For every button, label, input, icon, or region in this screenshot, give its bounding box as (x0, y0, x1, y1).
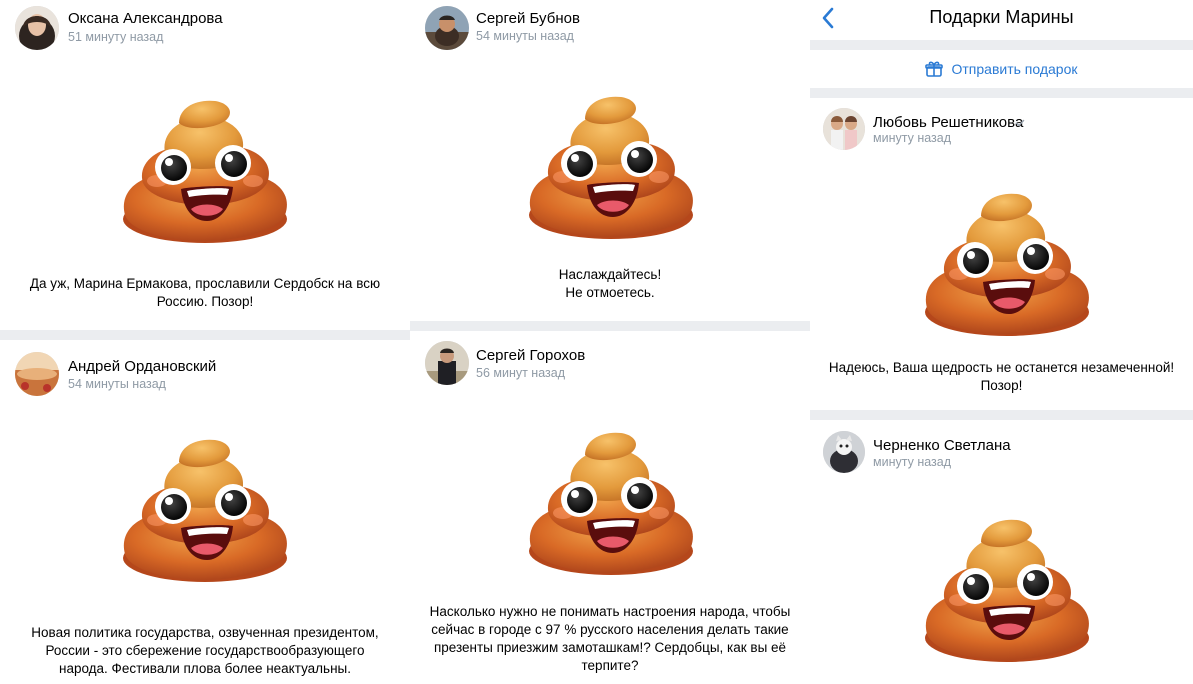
verified-check-icon (1015, 119, 1025, 127)
avatar[interactable] (15, 352, 59, 396)
caption-line: сейчас в городе с 97 % русского населени… (431, 622, 789, 637)
author-name[interactable]: Любовь Решетникова (873, 114, 1023, 131)
post-time: 56 минут назад (476, 366, 565, 380)
nav-header: Подарки Марины (810, 0, 1193, 40)
poop-emoji-icon (117, 436, 293, 584)
author-name[interactable]: Черненко Светлана (873, 437, 1011, 454)
caption-line: Насколько нужно не понимать настроения н… (429, 604, 791, 619)
send-gift-label: Отправить подарок (951, 61, 1078, 77)
separator (810, 410, 1193, 420)
post-card: Сергей Бубнов 54 минуты назад Наслаждайт… (410, 0, 810, 321)
feed-column-1: Оксана Александрова 51 минуту назад Да у… (0, 0, 410, 684)
post-caption: Наслаждайтесь! Не отмоетесь. (410, 266, 810, 302)
caption-line: Россию. Позор! (156, 294, 254, 309)
post-time: минуту назад (873, 131, 952, 145)
poop-emoji-icon (523, 93, 699, 241)
post-time: минуту назад (873, 455, 952, 469)
poop-emoji-icon (117, 97, 293, 245)
caption-line: Наслаждайтесь! (558, 267, 662, 282)
author-name[interactable]: Сергей Горохов (476, 347, 585, 364)
post-caption: Новая политика государства, озвученная п… (0, 624, 410, 678)
author-name[interactable]: Сергей Бубнов (476, 10, 580, 27)
page-title: Подарки Марины (929, 7, 1074, 27)
gift-icon (925, 61, 944, 77)
caption-line: Новая политика государства, озвученная п… (31, 625, 379, 640)
caption-line: Да уж, Марина Ермакова, прославили Сердо… (29, 276, 381, 291)
gift-card: Черненко Светлана минуту назад (810, 420, 1193, 684)
separator (0, 330, 410, 340)
gift-card: Любовь Решетникова минуту назад Надеюсь,… (810, 98, 1193, 410)
avatar[interactable] (425, 341, 469, 385)
avatar[interactable] (823, 431, 865, 473)
caption-line: терпите? (581, 658, 639, 673)
post-caption: Насколько нужно не понимать настроения н… (410, 603, 810, 675)
send-gift-button[interactable]: Отправить подарок (810, 50, 1193, 88)
author-name[interactable]: Оксана Александрова (68, 10, 223, 27)
avatar[interactable] (15, 6, 59, 50)
post-card: Сергей Горохов 56 минут назад Насколько … (410, 331, 810, 684)
post-time: 54 минуты назад (68, 377, 166, 391)
post-caption: Да уж, Марина Ермакова, прославили Сердо… (0, 275, 410, 311)
separator (410, 321, 810, 331)
author-name[interactable]: Андрей Ордановский (68, 358, 216, 375)
post-time: 54 минуты назад (476, 29, 574, 43)
caption-line: России - это сбережение государствообраз… (45, 643, 365, 658)
separator (810, 88, 1193, 98)
post-time: 51 минуту назад (68, 30, 164, 44)
poop-emoji-icon (919, 190, 1095, 338)
caption-line: презенты приезжим замоташкам!? Сердобцы,… (433, 640, 787, 655)
caption-line: народа. Фестивали плова более неактуальн… (58, 661, 352, 676)
avatar[interactable] (425, 6, 469, 50)
poop-emoji-icon (523, 429, 699, 577)
feed-column-2: Сергей Бубнов 54 минуты назад Наслаждайт… (410, 0, 810, 684)
post-card: Андрей Ордановский 54 минуты назад Новая… (0, 340, 410, 684)
caption-line: Надеюсь, Ваша щедрость не останется неза… (828, 360, 1175, 375)
post-card: Оксана Александрова 51 минуту назад Да у… (0, 0, 410, 330)
post-caption: Надеюсь, Ваша щедрость не останется неза… (810, 359, 1193, 395)
gifts-page: Подарки Марины Отправить подарок Любовь … (810, 0, 1193, 684)
poop-emoji-icon (919, 516, 1095, 664)
caption-line: Позор! (980, 378, 1023, 393)
avatar[interactable] (823, 108, 865, 150)
separator (810, 40, 1193, 50)
caption-line: Не отмоетесь. (565, 285, 655, 300)
